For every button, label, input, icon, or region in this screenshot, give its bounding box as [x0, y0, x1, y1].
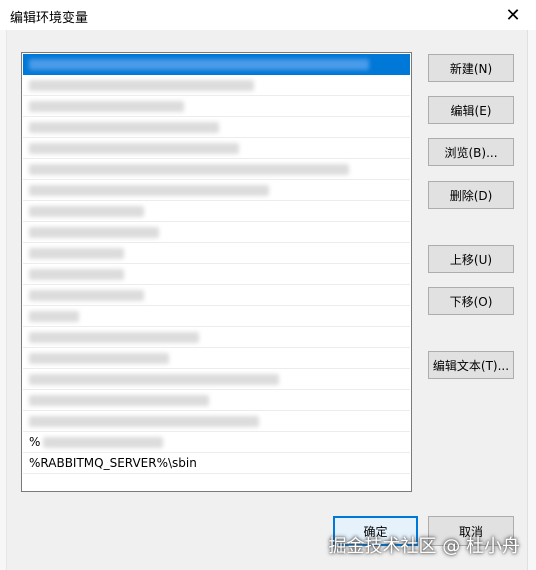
redacted-text — [29, 143, 239, 154]
move-down-button[interactable]: 下移(O) — [428, 287, 514, 315]
redacted-text — [29, 59, 369, 70]
redacted-text — [29, 80, 254, 91]
list-item[interactable] — [23, 75, 410, 96]
path-list[interactable]: % %RABBITMQ_SERVER%\sbin — [21, 52, 412, 492]
list-item-partial-text: % — [29, 435, 41, 449]
move-up-button[interactable]: 上移(U) — [428, 245, 514, 273]
list-item[interactable] — [23, 411, 410, 432]
list-item[interactable] — [23, 96, 410, 117]
redacted-text — [29, 374, 279, 385]
list-item-rabbitmq[interactable]: %RABBITMQ_SERVER%\sbin — [23, 453, 410, 474]
browse-button[interactable]: 浏览(B)... — [428, 138, 514, 166]
redacted-text — [29, 395, 209, 406]
list-item[interactable] — [23, 327, 410, 348]
list-item-selected[interactable] — [23, 54, 410, 75]
redacted-text — [29, 416, 259, 427]
list-item[interactable] — [23, 180, 410, 201]
redacted-text — [29, 332, 199, 343]
list-item-label: %RABBITMQ_SERVER%\sbin — [29, 456, 197, 470]
list-item[interactable] — [23, 243, 410, 264]
list-item[interactable] — [23, 117, 410, 138]
list-item[interactable] — [23, 306, 410, 327]
list-item[interactable] — [23, 369, 410, 390]
redacted-text — [29, 227, 159, 238]
redacted-text — [29, 164, 349, 175]
list-item[interactable] — [23, 348, 410, 369]
list-item[interactable] — [23, 390, 410, 411]
list-item[interactable] — [23, 222, 410, 243]
list-item[interactable] — [23, 159, 410, 180]
redacted-text — [29, 311, 79, 322]
close-button[interactable]: ✕ — [490, 0, 536, 30]
redacted-text — [29, 353, 169, 364]
redacted-text — [29, 269, 124, 280]
list-item[interactable] — [23, 138, 410, 159]
list-item[interactable] — [23, 264, 410, 285]
redacted-text — [29, 185, 269, 196]
list-item[interactable] — [23, 201, 410, 222]
title-bar: 编辑环境变量 ✕ — [0, 0, 536, 30]
redacted-text — [29, 101, 184, 112]
redacted-text — [43, 437, 163, 448]
list-item[interactable]: % — [23, 432, 410, 453]
background-window-strip-right — [527, 30, 536, 570]
delete-button[interactable]: 删除(D) — [428, 181, 514, 209]
redacted-text — [29, 122, 219, 133]
redacted-text — [29, 248, 124, 259]
close-icon: ✕ — [505, 4, 521, 26]
window-title: 编辑环境变量 — [10, 11, 89, 26]
edit-text-button[interactable]: 编辑文本(T)... — [428, 351, 514, 379]
background-window-strip-left — [0, 30, 7, 570]
watermark: 掘金技术社区 @ 杜小舟 — [328, 536, 520, 557]
list-item[interactable] — [23, 285, 410, 306]
new-button[interactable]: 新建(N) — [428, 54, 514, 82]
redacted-text — [29, 206, 144, 217]
edit-button[interactable]: 编辑(E) — [428, 96, 514, 124]
redacted-text — [29, 290, 144, 301]
